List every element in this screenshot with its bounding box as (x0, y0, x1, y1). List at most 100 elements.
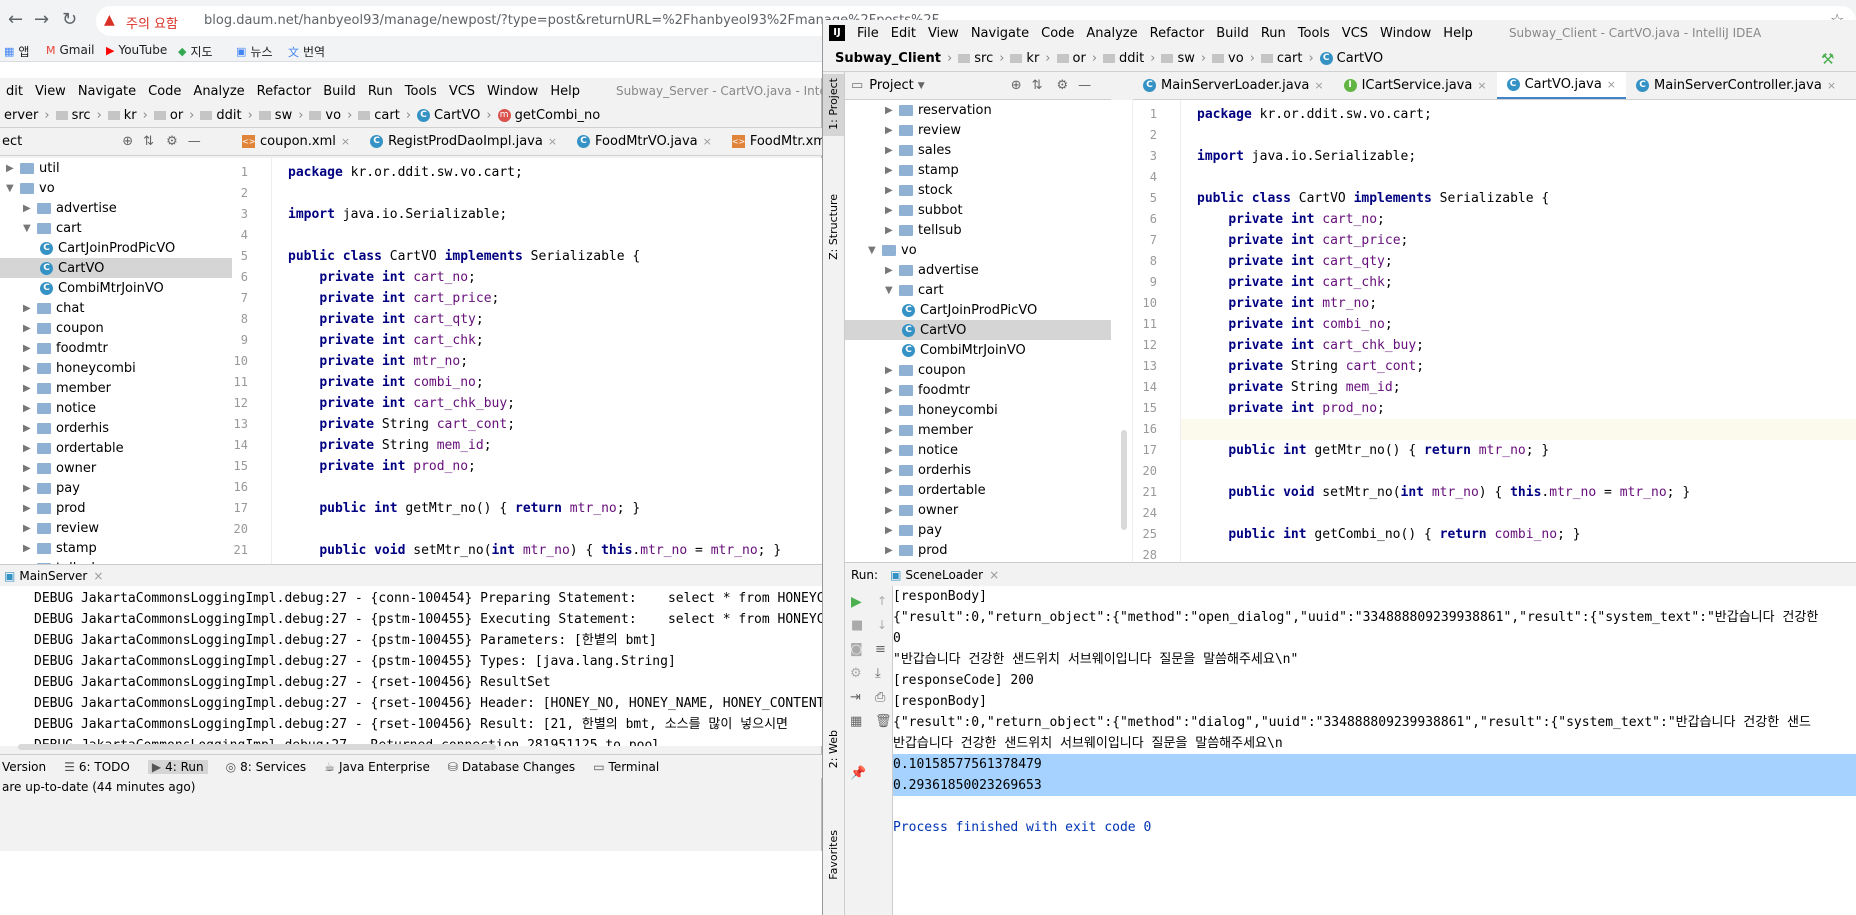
tree-item[interactable]: ▶ ordertable (845, 480, 1111, 500)
favorites-tool-button[interactable]: Favorites (827, 830, 840, 880)
camera-icon[interactable]: ◙ (850, 642, 863, 657)
menu-item[interactable]: Help (1437, 26, 1479, 41)
chevron-right-icon[interactable]: ▶ (885, 185, 899, 196)
chevron-right-icon[interactable]: ▶ (23, 463, 37, 474)
tree-item[interactable]: ▶ subbot (845, 200, 1111, 220)
collapse-icon[interactable]: ⇅ (143, 134, 154, 149)
arrow-up-icon[interactable]: ↑ (877, 594, 887, 608)
chevron-down-icon[interactable]: ▼ (868, 245, 882, 256)
editor-tab[interactable]: C MainServerController.java × (1626, 72, 1846, 99)
run-console[interactable]: DEBUG JakartaCommonsLoggingImpl.debug:27… (0, 586, 822, 746)
chevron-right-icon[interactable]: ▶ (23, 403, 37, 414)
close-icon[interactable]: × (1477, 79, 1486, 92)
tree-item[interactable]: ▶ owner (845, 500, 1111, 520)
menu-item[interactable]: File (851, 26, 885, 41)
project-panel-title[interactable]: Project (869, 78, 913, 93)
structure-tool-button[interactable]: Z: Structure (827, 194, 840, 260)
menu-item[interactable]: VCS (443, 84, 481, 99)
breadcrumb-item[interactable]: kr (107, 108, 137, 123)
chevron-right-icon[interactable]: ▶ (885, 265, 899, 276)
tree-item[interactable]: ▶ review (845, 120, 1111, 140)
tree-item[interactable]: ▶ pay (845, 520, 1111, 540)
close-icon[interactable]: × (548, 135, 557, 148)
tree-item[interactable]: C CartJoinProdPicVO (845, 300, 1111, 320)
chevron-down-icon[interactable]: ▼ (885, 285, 899, 296)
tree-item[interactable]: ▶ pay (0, 478, 232, 498)
bookmark-item[interactable]: ▣ 뉴스 (236, 43, 273, 60)
tree-item[interactable]: C CombiMtrJoinVO (0, 278, 232, 298)
tree-item[interactable]: C CartVO (0, 258, 232, 278)
close-icon[interactable]: × (1607, 78, 1616, 91)
chevron-right-icon[interactable]: ▶ (23, 503, 37, 514)
breadcrumb-item[interactable]: cart (1260, 51, 1302, 66)
chevron-right-icon[interactable]: ▶ (885, 465, 899, 476)
close-icon[interactable]: × (703, 135, 712, 148)
terminal-tab[interactable]: ▭ Terminal (593, 760, 659, 774)
chevron-right-icon[interactable]: ▶ (885, 165, 899, 176)
security-warning[interactable]: 주의 요함 (126, 13, 178, 32)
version-tab[interactable]: Version (2, 760, 46, 774)
breadcrumb-item[interactable]: or (153, 108, 183, 123)
menu-item[interactable]: Build (317, 84, 362, 99)
menu-item[interactable]: Code (1035, 26, 1080, 41)
breadcrumb-item[interactable]: src (958, 51, 993, 66)
breadcrumb-item[interactable]: erver (4, 108, 38, 123)
tree-item[interactable]: C CartJoinProdPicVO (0, 238, 232, 258)
stop-icon[interactable]: ■ (851, 618, 863, 633)
collapse-icon[interactable]: ⇅ (1032, 78, 1043, 93)
tree-item[interactable]: ▶ owner (0, 458, 232, 478)
tree-item[interactable]: C CartVO (845, 320, 1111, 340)
tree-item[interactable]: ▶ stock (845, 180, 1111, 200)
chevron-right-icon[interactable]: ▶ (885, 425, 899, 436)
tree-item[interactable]: ▶ prod (845, 540, 1111, 560)
tree-item[interactable]: ▶ foodmtr (845, 380, 1111, 400)
bookmark-item[interactable]: 文 번역 (288, 43, 325, 60)
tree-item[interactable]: ▶ notice (0, 398, 232, 418)
tree-item[interactable]: ▶ foodmtr (0, 338, 232, 358)
tree-item[interactable]: ▼ vo (845, 240, 1111, 260)
build-hammer-icon[interactable]: ⚒ (1821, 50, 1834, 68)
tree-item[interactable]: ▶ coupon (845, 360, 1111, 380)
code-editor[interactable]: 1234567891011121314151617202124252829323… (1133, 100, 1856, 562)
run-tab[interactable]: ▶ 4: Run (147, 759, 208, 774)
breadcrumb-item[interactable]: sw (258, 108, 292, 123)
menu-item[interactable]: Tools (399, 84, 443, 99)
tree-item[interactable]: ▶ advertise (0, 198, 232, 218)
tree-item[interactable]: ▶ member (845, 420, 1111, 440)
menu-item[interactable]: Window (481, 84, 544, 99)
scroll-end-icon[interactable]: ⤓ (875, 666, 881, 681)
menu-item[interactable]: Analyze (187, 84, 250, 99)
chevron-right-icon[interactable]: ▶ (885, 385, 899, 396)
minimize-icon[interactable]: — (1078, 78, 1091, 93)
print-icon[interactable]: ⎙ (875, 690, 885, 705)
chevron-right-icon[interactable]: ▶ (885, 525, 899, 536)
project-panel-title[interactable]: ect (2, 134, 22, 149)
tree-item[interactable]: ▶ member (0, 378, 232, 398)
breadcrumb-item[interactable]: vo (309, 108, 341, 123)
menu-item[interactable]: Build (1210, 26, 1255, 41)
run-tab-label[interactable]: SceneLoader (905, 568, 983, 582)
close-icon[interactable]: × (341, 135, 350, 148)
database-changes-tab[interactable]: ⛁ Database Changes (448, 760, 575, 774)
tree-item[interactable]: ▶ reservation (845, 100, 1111, 120)
tree-item[interactable]: ▼ vo (0, 178, 232, 198)
editor-tab[interactable]: C CartVO.java × (1496, 72, 1627, 99)
tree-item[interactable]: ▶ ordertable (0, 438, 232, 458)
chevron-right-icon[interactable]: ▶ (6, 163, 20, 174)
editor-tab[interactable]: C RegistProdDaoImpl.java × (360, 128, 567, 155)
menu-item[interactable]: Navigate (965, 26, 1035, 41)
gear-icon[interactable]: ⚙ (1057, 78, 1069, 93)
rerun-icon[interactable]: ▶ (851, 594, 862, 610)
bookmark-item[interactable]: ▶ YouTube (106, 43, 167, 57)
exit-icon[interactable]: ⇥ (850, 690, 861, 705)
chevron-down-icon[interactable]: ▼ (23, 223, 37, 234)
chevron-right-icon[interactable]: ▶ (23, 363, 37, 374)
chevron-right-icon[interactable]: ▶ (885, 125, 899, 136)
tree-item[interactable]: ▼ cart (0, 218, 232, 238)
layout-icon[interactable]: ▦ (850, 714, 862, 729)
tree-item[interactable]: ▶ chat (0, 298, 232, 318)
editor-tab[interactable]: CMainAdminCont (1846, 72, 1856, 99)
trash-icon[interactable]: 🗑 (875, 714, 892, 729)
chevron-right-icon[interactable]: ▶ (885, 485, 899, 496)
chevron-down-icon[interactable]: ▼ (918, 81, 925, 91)
